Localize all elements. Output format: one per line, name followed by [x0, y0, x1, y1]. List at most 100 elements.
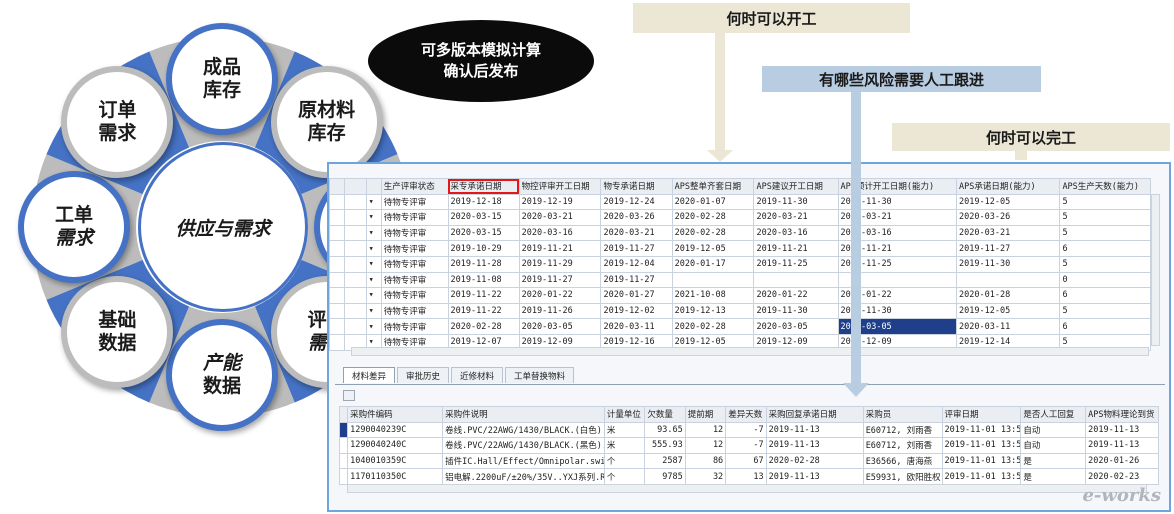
- column-header[interactable]: 是否人工回复: [1020, 406, 1087, 423]
- table-cell[interactable]: 2019-12-18: [447, 193, 520, 211]
- table-cell[interactable]: 2019-11-27: [518, 271, 602, 289]
- table-cell[interactable]: 2020-02-28: [671, 318, 755, 335]
- column-header[interactable]: 生产评审状态: [380, 178, 449, 195]
- dropdown-icon[interactable]: ▾: [365, 302, 382, 320]
- table-cell[interactable]: 2020-03-05: [518, 318, 602, 335]
- table-cell[interactable]: 2019-11-13: [765, 468, 864, 485]
- table-cell[interactable]: [956, 271, 1061, 289]
- table-cell[interactable]: 待物专评审: [380, 255, 449, 273]
- row-selector[interactable]: [329, 333, 346, 351]
- table-cell[interactable]: 2019-11-26: [518, 302, 602, 320]
- bottom-horizontal-scrollbar[interactable]: [347, 484, 1147, 493]
- table-cell[interactable]: 5: [1059, 193, 1151, 211]
- table-cell[interactable]: 是: [1020, 452, 1087, 470]
- column-header[interactable]: 采专承诺日期: [447, 178, 520, 195]
- row-selector[interactable]: [344, 302, 367, 320]
- table-cell[interactable]: 铝电解.2200uF/±20%/35V..YXJ系列.RO: [442, 468, 605, 485]
- table-row[interactable]: 1040010359C 插件IC.Hall/Effect/Omnipolar.sw…: [338, 452, 1159, 470]
- table-cell[interactable]: 2020-03-26: [600, 209, 673, 226]
- table-cell[interactable]: 555.93: [644, 437, 686, 454]
- table-cell[interactable]: 5: [1059, 224, 1151, 242]
- top-vertical-scrollbar[interactable]: [1151, 194, 1160, 346]
- tab-0[interactable]: 材料差异: [343, 367, 396, 383]
- table-cell[interactable]: E36566, 唐海燕: [862, 452, 943, 470]
- table-cell[interactable]: 0: [1059, 271, 1151, 289]
- table-cell[interactable]: 待物专评审: [380, 318, 449, 335]
- column-header[interactable]: 差异天数: [725, 406, 767, 423]
- table-cell[interactable]: 2019-11-25: [753, 255, 839, 273]
- table-cell[interactable]: 32: [684, 468, 727, 485]
- table-cell[interactable]: 2019-11-01 13:58: [941, 468, 1022, 485]
- table-row[interactable]: ▾ 待物专评审 2019-10-29 2019-11-21 2019-11-27 2019…: [329, 240, 1151, 257]
- column-header[interactable]: APS承诺日期(能力): [956, 178, 1061, 195]
- table-cell[interactable]: 个: [603, 468, 646, 485]
- table-cell[interactable]: 2019-11-21: [753, 240, 839, 257]
- table-cell[interactable]: 2019-11-28: [447, 255, 520, 273]
- table-cell[interactable]: 6: [1059, 240, 1151, 257]
- table-row[interactable]: ▾ 待物专评审 2019-11-22 2020-01-22 2020-01-27 2021…: [329, 287, 1151, 304]
- table-cell[interactable]: 1290040240C: [347, 437, 444, 454]
- table-cell[interactable]: 2020-01-26: [1085, 452, 1159, 470]
- dropdown-icon[interactable]: ▾: [365, 271, 382, 289]
- table-cell[interactable]: 2019-12-05: [956, 302, 1061, 320]
- row-selector[interactable]: [344, 224, 367, 242]
- table-cell[interactable]: 2020-03-16: [518, 224, 602, 242]
- table-cell[interactable]: 插件IC.Hall/Effect/Omnipolar.switc: [442, 452, 605, 470]
- row-selector[interactable]: [338, 468, 349, 485]
- table-cell[interactable]: 2020-02-28: [447, 318, 520, 335]
- table-row[interactable]: 1170110350C 铝电解.2200uF/±20%/35V..YXJ系列.RO…: [338, 468, 1159, 485]
- row-selector[interactable]: [329, 318, 346, 335]
- table-cell[interactable]: 2019-11-27: [600, 271, 673, 289]
- refresh-icon[interactable]: [343, 390, 355, 401]
- table-cell[interactable]: 卷线.PVC/22AWG/1430/BLACK.(白色).: [442, 421, 605, 439]
- table-cell[interactable]: 2019-11-30: [753, 302, 839, 320]
- table-row[interactable]: ▾ 待物专评审 2019-12-18 2019-12-19 2019-12-24 2020…: [329, 193, 1151, 211]
- table-cell[interactable]: 2019-11-21: [518, 240, 602, 257]
- table-cell[interactable]: 自动: [1020, 437, 1087, 454]
- row-selector[interactable]: [329, 255, 346, 273]
- column-header[interactable]: 采购件说明: [442, 406, 605, 423]
- dropdown-icon[interactable]: ▾: [365, 318, 382, 335]
- table-cell[interactable]: 2019-12-13: [671, 302, 755, 320]
- dropdown-icon[interactable]: ▾: [365, 209, 382, 226]
- table-cell[interactable]: 2020-02-28: [765, 452, 864, 470]
- table-cell[interactable]: 米: [603, 421, 646, 439]
- table-cell[interactable]: 5: [1059, 302, 1151, 320]
- table-cell[interactable]: 2019-12-05: [956, 193, 1061, 211]
- table-row[interactable]: ▾ 待物专评审 2019-11-08 2019-11-27 2019-11-27 0: [329, 271, 1151, 289]
- column-header[interactable]: 物控评审开工日期: [518, 178, 602, 195]
- table-cell[interactable]: 2019-12-24: [600, 193, 673, 211]
- row-selector[interactable]: [344, 240, 367, 257]
- table-cell[interactable]: 待物专评审: [380, 240, 449, 257]
- table-cell[interactable]: 86: [684, 452, 727, 470]
- table-cell[interactable]: E60712, 刘雨香: [862, 437, 943, 454]
- table-cell[interactable]: 2020-03-16: [753, 224, 839, 242]
- table-cell[interactable]: 9785: [644, 468, 686, 485]
- row-selector[interactable]: [329, 240, 346, 257]
- table-cell[interactable]: 待物专评审: [380, 302, 449, 320]
- table-cell[interactable]: 2020-03-11: [956, 318, 1061, 335]
- table-cell[interactable]: 2020-01-17: [671, 255, 755, 273]
- row-selector[interactable]: [344, 193, 367, 211]
- table-cell[interactable]: -7: [725, 421, 767, 439]
- table-cell[interactable]: 2019-12-05: [671, 240, 755, 257]
- table-cell[interactable]: 自动: [1020, 421, 1087, 439]
- row-selector[interactable]: [338, 452, 349, 470]
- table-cell[interactable]: 2019-12-04: [600, 255, 673, 273]
- table-cell[interactable]: 2019-11-13: [1085, 421, 1159, 439]
- table-cell[interactable]: 2019-11-27: [956, 240, 1061, 257]
- table-cell[interactable]: 2587: [644, 452, 686, 470]
- table-row[interactable]: ▾ 待物专评审 2020-03-15 2020-03-16 2020-03-21 2020…: [329, 224, 1151, 242]
- table-cell[interactable]: 2020-03-15: [447, 224, 520, 242]
- table-row[interactable]: 1290040240C 卷线.PVC/22AWG/1430/BLACK.(黑色).…: [338, 437, 1159, 454]
- table-cell[interactable]: 6: [1059, 318, 1151, 335]
- table-cell[interactable]: 是: [1020, 468, 1087, 485]
- table-cell[interactable]: 93.65: [644, 421, 686, 439]
- dropdown-icon[interactable]: ▾: [365, 193, 382, 211]
- row-selector[interactable]: [329, 209, 346, 226]
- table-cell[interactable]: 2020-03-26: [956, 209, 1061, 226]
- table-cell[interactable]: 卷线.PVC/22AWG/1430/BLACK.(黑色).: [442, 437, 605, 454]
- table-cell[interactable]: 2019-11-22: [447, 302, 520, 320]
- dropdown-icon[interactable]: ▾: [365, 287, 382, 304]
- row-selector[interactable]: [329, 224, 346, 242]
